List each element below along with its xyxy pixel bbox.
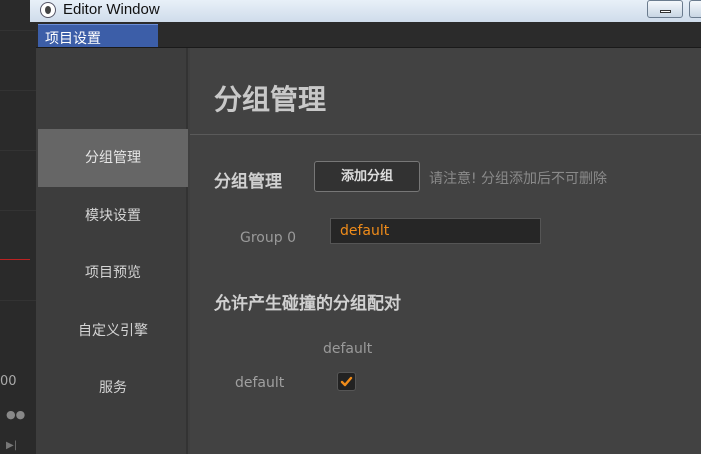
grid-line [0, 30, 36, 31]
checkmark-icon [340, 376, 353, 387]
grid-line [0, 300, 36, 301]
settings-sidebar: 分组管理 模块设置 项目预览 自定义引擎 服务 [36, 48, 188, 454]
group-name-input[interactable]: default [330, 218, 541, 244]
axis-value: 00 [0, 374, 17, 389]
grid-line [0, 210, 36, 211]
step-icon: ▶| [6, 440, 18, 451]
settings-panel: 分组管理 模块设置 项目预览 自定义引擎 服务 分组管理 分组管理 添加分组 请… [36, 48, 701, 454]
app-icon [40, 2, 56, 18]
grid-line [0, 150, 36, 151]
sidebar-item-project-preview[interactable]: 项目预览 [38, 244, 188, 302]
group-label: Group 0 [240, 230, 296, 246]
window-title: Editor Window [63, 1, 160, 18]
timeline-marker-line [0, 259, 30, 260]
add-group-hint: 请注意! 分组添加后不可删除 [429, 171, 608, 187]
collision-row-header: default [235, 375, 285, 391]
window-titlebar[interactable]: Editor Window [30, 0, 701, 22]
tab-project-settings[interactable]: 项目设置 [38, 24, 158, 48]
sidebar-item-services[interactable]: 服务 [38, 359, 188, 417]
sidebar-item-module-settings[interactable]: 模块设置 [38, 187, 188, 245]
minimize-button[interactable] [647, 0, 683, 18]
add-group-button[interactable]: 添加分组 [314, 161, 420, 192]
collision-checkbox[interactable] [337, 372, 356, 391]
background-editor-panel: 00 ●● ▶| [0, 0, 36, 454]
title-divider [190, 134, 701, 135]
collision-column-header: default [323, 341, 373, 357]
collision-section-title: 允许产生碰撞的分组配对 [214, 294, 401, 314]
sidebar-item-custom-engine[interactable]: 自定义引擎 [38, 302, 188, 360]
main-content: 分组管理 分组管理 添加分组 请注意! 分组添加后不可删除 Group 0 de… [190, 48, 701, 454]
grid-line [0, 90, 36, 91]
maximize-button[interactable] [689, 0, 701, 18]
tab-bar: 项目设置 [36, 22, 701, 48]
page-title: 分组管理 [214, 83, 327, 116]
group-section-title: 分组管理 [214, 172, 282, 192]
tab-label: 项目设置 [45, 31, 101, 47]
nodes-icon: ●● [6, 408, 26, 421]
sidebar-item-group-management[interactable]: 分组管理 [38, 129, 188, 187]
